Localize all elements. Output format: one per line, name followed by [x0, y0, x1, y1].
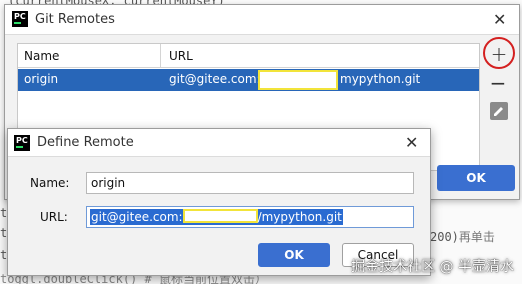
edit-remote-button[interactable] [483, 99, 513, 123]
code-line: 200)再单击 [430, 228, 495, 245]
name-label: Name: [30, 176, 70, 190]
ok-button[interactable]: OK [258, 243, 330, 267]
code-fragment: 200) [430, 230, 459, 244]
watermark: 掘金技术社区 @ 半壶清水 [351, 259, 514, 275]
table-row[interactable]: origin git@gitee.com: mypython.git [18, 69, 479, 91]
remote-name: origin [24, 72, 59, 86]
remote-url-prefix: git@gitee.com: [169, 72, 261, 86]
git-remotes-ok-button[interactable]: OK [437, 165, 515, 191]
close-icon[interactable]: ✕ [493, 10, 506, 29]
name-field[interactable]: origin [86, 172, 414, 194]
define-remote-dialog: PC Define Remote ✕ Name: origin URL: git… [7, 128, 431, 276]
git-remotes-titlebar: PC Git Remotes ✕ [5, 5, 519, 35]
add-remote-button[interactable]: + [483, 37, 515, 69]
url-prefix: git@gitee.com: [91, 210, 183, 224]
pencil-icon [490, 102, 508, 120]
pycharm-app-icon: PC [12, 11, 28, 27]
pycharm-app-icon: PC [14, 135, 30, 151]
url-label: URL: [40, 210, 68, 224]
url-field[interactable]: git@gitee.com: /mypython.git [86, 206, 414, 228]
remote-url-suffix: mypython.git [340, 72, 421, 86]
url-suffix: /mypython.git [257, 210, 342, 224]
close-icon[interactable]: ✕ [405, 133, 418, 152]
define-remote-titlebar: PC Define Remote ✕ [8, 129, 430, 157]
code-comment: 再单击 [458, 230, 495, 244]
redaction-mask [182, 209, 258, 223]
url-selected-text: git@gitee.com: /mypython.git [90, 209, 343, 225]
dialog-title: Define Remote [37, 135, 134, 150]
redaction-mask [258, 70, 338, 90]
column-header-name[interactable]: Name [18, 44, 161, 68]
remove-remote-button[interactable]: − [483, 73, 513, 97]
column-header-url[interactable]: URL [161, 44, 479, 68]
dialog-title: Git Remotes [35, 12, 115, 27]
